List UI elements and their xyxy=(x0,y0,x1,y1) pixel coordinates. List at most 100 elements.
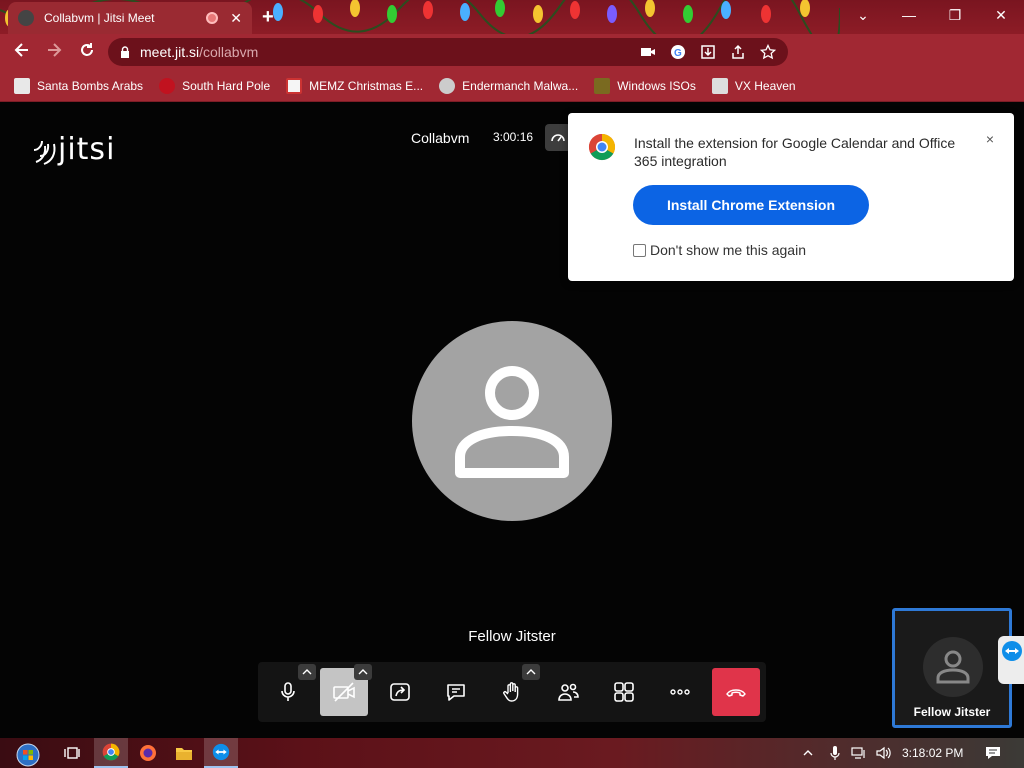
participant-avatar xyxy=(412,321,612,521)
participant-display-name: Fellow Jitster xyxy=(468,628,556,645)
notification-icon xyxy=(986,747,1000,759)
bookmark-label: Endermanch Malwa... xyxy=(462,78,579,93)
tray-microphone[interactable] xyxy=(824,738,846,768)
santa-icon xyxy=(14,77,30,94)
camera-blocked-icon[interactable] xyxy=(640,44,656,60)
share-screen-button[interactable] xyxy=(376,668,424,716)
forward-button[interactable] xyxy=(42,40,66,64)
tray-volume[interactable] xyxy=(872,738,894,768)
bookmark-label: Windows ISOs xyxy=(617,78,696,93)
bookmark-item[interactable]: Endermanch Malwa... xyxy=(439,77,579,94)
bookmark-label: MEMZ Christmas E... xyxy=(309,78,424,93)
popup-close-button[interactable]: × xyxy=(986,131,994,147)
url-text: meet.jit.si/collabvm xyxy=(140,44,258,60)
conference-name: Collabvm xyxy=(411,130,470,146)
bookmark-item[interactable]: Windows ISOs xyxy=(594,77,696,94)
google-lens-icon[interactable]: G xyxy=(670,44,686,60)
teamviewer-side-tab[interactable] xyxy=(998,636,1024,684)
reload-icon xyxy=(81,43,93,56)
bookmark-label: VX Heaven xyxy=(734,78,796,93)
dont-show-again-option[interactable]: Don't show me this again xyxy=(633,242,806,258)
browser-toolbar: meet.jit.si/collabvm G ⋮ xyxy=(0,34,1024,96)
participants-button[interactable] xyxy=(544,668,592,716)
popup-message: Install the extension for Google Calenda… xyxy=(634,135,956,169)
show-hidden-icons-button[interactable] xyxy=(798,738,818,768)
url-host: meet.jit.si xyxy=(140,44,200,60)
bookmark-item[interactable]: South Hard Pole xyxy=(159,77,271,94)
user-silhouette-icon xyxy=(455,366,569,478)
back-button[interactable] xyxy=(10,40,34,64)
participants-icon xyxy=(558,683,579,701)
more-actions-button[interactable] xyxy=(656,668,704,716)
video-settings-button[interactable] xyxy=(354,664,372,680)
bookmark-item[interactable]: MEMZ Christmas E... xyxy=(286,77,424,94)
volume-icon xyxy=(876,746,891,760)
local-video-thumbnail[interactable]: Fellow Jitster xyxy=(892,608,1012,728)
jitsi-logo: jitsi xyxy=(32,132,115,167)
bookmark-label: Santa Bombs Arabs xyxy=(37,78,144,93)
teamviewer-icon xyxy=(1002,641,1022,661)
meeting-timer: 3:00:16 xyxy=(493,130,534,144)
taskbar-file-explorer[interactable] xyxy=(167,738,201,768)
bookmark-item[interactable]: Santa Bombs Arabs xyxy=(14,77,144,94)
endermanch-icon xyxy=(439,77,456,94)
tab-close-icon[interactable]: ✕ xyxy=(230,10,242,27)
action-center-button[interactable] xyxy=(976,738,1010,768)
new-tab-button[interactable]: + xyxy=(262,6,274,29)
taskbar-teamviewer[interactable] xyxy=(204,738,238,768)
firefox-icon xyxy=(140,745,156,761)
chat-button[interactable] xyxy=(432,668,480,716)
restore-button[interactable]: ❐ xyxy=(932,0,978,30)
task-view-icon xyxy=(64,747,80,759)
tray-network[interactable] xyxy=(848,738,870,768)
chevron-up-icon xyxy=(302,669,312,675)
recording-indicator-icon xyxy=(206,12,219,24)
tile-view-icon xyxy=(614,682,634,702)
forward-arrow-icon xyxy=(48,43,62,57)
teamviewer-icon xyxy=(212,743,230,761)
folder-icon xyxy=(176,748,192,760)
bookmark-label: South Hard Pole xyxy=(182,78,271,93)
raise-hand-icon xyxy=(503,682,519,702)
camera-off-icon xyxy=(333,682,355,702)
chrome-logo-icon xyxy=(588,133,616,161)
start-button[interactable] xyxy=(8,738,48,768)
install-app-icon[interactable] xyxy=(700,44,716,60)
user-silhouette-icon xyxy=(936,650,970,684)
chevron-up-icon xyxy=(526,669,536,675)
taskbar-chrome[interactable] xyxy=(94,738,128,768)
tab-search-button[interactable]: ⌄ xyxy=(840,0,886,30)
bookmark-star-icon[interactable] xyxy=(760,44,776,60)
extension-prompt-popup: Install the extension for Google Calenda… xyxy=(568,113,1014,281)
back-arrow-icon xyxy=(14,43,28,57)
reload-button[interactable] xyxy=(75,40,99,64)
audio-settings-button[interactable] xyxy=(298,664,316,680)
share-icon[interactable] xyxy=(730,44,746,60)
chevron-up-icon xyxy=(358,669,368,675)
task-view-button[interactable] xyxy=(55,738,89,768)
meeting-toolbox xyxy=(258,662,766,722)
tile-view-button[interactable] xyxy=(600,668,648,716)
address-bar[interactable]: meet.jit.si/collabvm G xyxy=(108,38,788,66)
snowflake-icon xyxy=(159,77,176,94)
bookmark-item[interactable]: VX Heaven xyxy=(711,77,796,94)
install-extension-button[interactable]: Install Chrome Extension xyxy=(633,185,869,225)
hang-up-button[interactable] xyxy=(712,668,760,716)
lock-icon xyxy=(121,46,129,58)
more-dots-icon xyxy=(670,689,690,695)
reactions-menu-button[interactable] xyxy=(522,664,540,680)
network-icon xyxy=(851,747,865,759)
thumbnail-avatar xyxy=(923,637,983,697)
chrome-icon xyxy=(102,743,120,761)
dont-show-again-checkbox[interactable] xyxy=(633,243,646,257)
taskbar-clock[interactable]: 3:18:02 PM xyxy=(902,746,963,760)
windows-taskbar: 3:18:02 PM xyxy=(0,738,1024,768)
close-window-button[interactable]: ✕ xyxy=(978,0,1024,30)
browser-tab-active[interactable]: Collabvm | Jitsi Meet ✕ xyxy=(8,2,252,34)
jitsi-favicon-icon xyxy=(18,10,34,26)
taskbar-firefox[interactable] xyxy=(131,738,165,768)
screen: Collabvm | Jitsi Meet ✕ + ⌄ — ❐ ✕ meet.j… xyxy=(0,0,1024,768)
minimize-button[interactable]: — xyxy=(886,0,932,30)
share-screen-icon xyxy=(390,683,410,701)
chevron-up-icon xyxy=(803,750,813,756)
